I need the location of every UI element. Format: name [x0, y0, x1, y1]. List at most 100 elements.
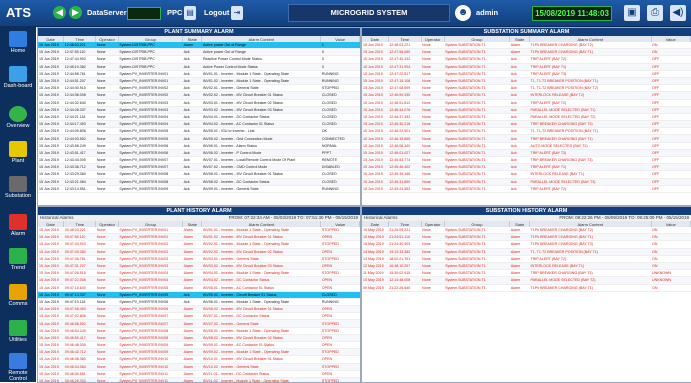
sidebar-item-overview[interactable]: Overview — [0, 106, 36, 129]
table-row[interactable]: 15 Jun 2019 09:47:14.337 None System.PV_INV… — [38, 291, 360, 299]
table-row[interactable]: 15 Jun 2019 09:46:34.084 None System.PV_INV… — [38, 363, 360, 371]
table-row[interactable]: 15 Jun 2019 09:46:42.712 None System.PV_INV… — [38, 348, 360, 357]
sidebar-item-substation[interactable]: Substation — [0, 176, 36, 199]
column-header[interactable]: Operator — [421, 36, 445, 42]
table-row[interactable]: 14 May 2019 19:12:33.382 None System.SUBSTA… — [362, 248, 691, 256]
table-row[interactable]: 15 Jun 2019 09:47:22.008 None System.PV_INV… — [38, 276, 360, 285]
table-row[interactable]: 15 Jun 2019 12:47:40.332 None System.SUBSTA… — [362, 55, 691, 64]
table-cell: 15 Jun 2019 — [38, 269, 64, 278]
table-row[interactable]: 15 Jun 2019 09:47:44.903 None System.PV_INV… — [38, 240, 360, 249]
table-row[interactable]: 15 Jun 2019 09:46:46.005 None System.PV_INV… — [38, 341, 360, 350]
table-row[interactable]: 15 Jun 2019 12:43:14.551 None System.PV_INV… — [38, 185, 360, 193]
print-icon[interactable]: ⎙ — [647, 5, 663, 21]
table-row[interactable]: 15 Jun 2019 09:46:30.551 None System.PV_INV… — [38, 370, 360, 378]
table-row[interactable]: 15 Jun 2019 12:46:08.340 None System.SUBSTA… — [362, 142, 691, 150]
column-header[interactable]: Operator — [95, 221, 119, 227]
table-row[interactable]: 15 Jun 2019 09:47:40.382 None System.PV_INV… — [38, 248, 360, 256]
table-row[interactable]: 13 May 2019 18:02:21.761 None System.SUBSTA… — [362, 255, 691, 263]
table-row[interactable]: 15 Jun 2019 09:47:31.207 None System.PV_INV… — [38, 262, 360, 271]
forward-button[interactable]: ▶ — [69, 6, 82, 19]
ppc-button[interactable]: PPC — [167, 8, 182, 17]
table-row[interactable]: 15 Jun 2019 12:44:28.337 None System.PV_INV… — [38, 106, 360, 114]
table-row[interactable]: 15 May 2019 21:24:51.110 None System.SUBSTA… — [362, 233, 691, 242]
table-row[interactable]: 15 Jun 2019 12:47:58.060 None System.SUBSTA… — [362, 48, 691, 57]
table-row[interactable]: 15 Jun 2019 12:46:59.330 None System.SUBSTA… — [362, 91, 691, 100]
table-row[interactable]: 15 Jun 2019 09:46:54.249 None System.PV_INV… — [38, 327, 360, 335]
table-row[interactable]: 15 Jun 2019 12:47:44.903 None System.DISTRI… — [38, 55, 360, 64]
table-row[interactable]: 15 Jun 2019 12:46:37.453 None System.SUBSTA… — [362, 113, 691, 122]
table-row[interactable]: 15 Jun 2019 12:47:31.904 None System.SUBSTA… — [362, 63, 691, 71]
table-row[interactable]: 11 May 2019 15:30:02.915 None System.SUBSTA… — [362, 269, 691, 278]
table-row[interactable]: 15 Jun 2019 12:45:46.402 None System.SUBSTA… — [362, 163, 691, 172]
table-row[interactable]: 09 May 2019 21:22:26.640 None System.SUBSTA… — [362, 284, 691, 292]
table-row[interactable]: 15 Jun 2019 12:43:36.712 None System.PV_INV… — [38, 163, 360, 172]
table-row[interactable]: 15 Jun 2019 09:47:26.915 None System.PV_INV… — [38, 269, 360, 278]
logout-icon[interactable]: ⇥ — [231, 6, 243, 20]
table-row[interactable]: 15 Jun 2019 09:47:50.110 None System.PV_INV… — [38, 233, 360, 242]
table-row[interactable]: 15 Jun 2019 12:44:17.493 None System.PV_INV… — [38, 120, 360, 129]
table-row[interactable]: 15 Jun 2019 09:46:50.417 None System.PV_INV… — [38, 334, 360, 343]
table-row[interactable]: 15 Jun 2019 12:45:24.553 None System.SUBSTA… — [362, 185, 691, 193]
sidebar-item-comms[interactable]: Comms — [0, 284, 36, 307]
save-icon[interactable]: ▣ — [624, 5, 640, 21]
table-row[interactable]: 15 Jun 2019 12:46:01.027 None System.SUBSTA… — [362, 149, 691, 158]
column-header[interactable]: Operator — [95, 36, 119, 42]
table-row[interactable]: 15 Jun 2019 12:44:40.915 None System.PV_INV… — [38, 84, 360, 93]
table-cell: 12:43:29.360 — [63, 170, 96, 179]
table-cell: 09:47:14.337 — [63, 291, 96, 299]
table-row[interactable]: 15 Jun 2019 09:46:26.303 None System.PV_INV… — [38, 377, 360, 382]
table-row[interactable]: 15 Jun 2019 12:44:32.640 None System.PV_INV… — [38, 99, 360, 107]
column-header[interactable]: Operator — [421, 221, 445, 227]
table-row[interactable]: 15 Jun 2019 12:43:29.360 None System.PV_INV… — [38, 170, 360, 179]
table-row[interactable]: 12 May 2019 16:48:10.207 None System.SUBSTA… — [362, 262, 691, 271]
table-row[interactable]: 15 May 2019 21:24:40.903 None System.SUBSTA… — [362, 240, 691, 249]
table-row[interactable]: 10 May 2019 12:14:48.008 None System.SUBSTA… — [362, 276, 691, 285]
table-row[interactable]: 15 Jun 2019 12:47:50.110 None System.DISTRI… — [38, 48, 360, 57]
table-row[interactable]: 15 Jun 2019 12:43:21.084 None System.PV_INV… — [38, 178, 360, 186]
sidebar-item-remote-control[interactable]: Remote Control — [0, 353, 36, 382]
back-button[interactable]: ◀ — [53, 6, 66, 19]
table-row[interactable]: 15 Jun 2019 12:44:03.552 None System.PV_INV… — [38, 134, 360, 143]
table-row[interactable]: 15 Jun 2019 12:45:53.774 None System.SUBSTA… — [362, 156, 691, 165]
speaker-icon[interactable]: ◀) — [670, 5, 686, 21]
table-row[interactable]: 15 Jun 2019 12:43:51.417 None System.PV_INV… — [38, 149, 360, 158]
table-row[interactable]: 15 Jun 2019 12:44:36.008 None System.PV_INV… — [38, 91, 360, 100]
table-row[interactable]: 15 Jun 2019 12:46:51.812 None System.SUBSTA… — [362, 99, 691, 107]
table-row[interactable]: 15 Jun 2019 12:44:51.207 None System.PV_INV… — [38, 77, 360, 86]
table-row[interactable]: 15 Jun 2019 12:48:03.221 None System.SUBSTA… — [362, 42, 691, 50]
table-row[interactable]: 15 Jun 2019 12:47:22.517 None System.SUBSTA… — [362, 70, 691, 78]
logout-button[interactable]: Logout — [204, 8, 229, 17]
table-row[interactable]: 15 Jun 2019 09:47:36.761 None System.PV_INV… — [38, 255, 360, 263]
sidebar-item-home[interactable]: Home — [0, 31, 36, 54]
table-row[interactable]: 15 Jun 2019 12:47:08.699 None System.SUBSTA… — [362, 84, 691, 93]
table-row[interactable]: 15 Jun 2019 12:44:09.806 None System.PV_INV… — [38, 127, 360, 136]
sidebar-item-dashboard[interactable]: Dash-board — [0, 66, 36, 89]
table-row[interactable]: 15 Jun 2019 09:47:06.493 None System.PV_INV… — [38, 305, 360, 314]
table-row[interactable]: 15 Jun 2019 09:48:03.221 None System.PV_INV… — [38, 227, 360, 235]
table-row[interactable]: 15 Jun 2019 09:46:58.552 None System.PV_INV… — [38, 319, 360, 328]
table-row[interactable]: 15 Jun 2019 12:47:15.108 None System.SUBSTA… — [362, 77, 691, 86]
table-row[interactable]: 15 Jun 2019 12:46:22.901 None System.SUBSTA… — [362, 127, 691, 136]
table-row[interactable]: 15 Jun 2019 12:46:15.665 None System.SUBSTA… — [362, 134, 691, 143]
sidebar-item-utilities[interactable]: Utilities — [0, 320, 36, 343]
table-row[interactable]: 15 Jun 2019 12:48:03.221 None System.DISTRI… — [38, 42, 360, 50]
table-row[interactable]: 15 Jun 2019 09:47:18.640 None System.PV_INV… — [38, 284, 360, 292]
sidebar-item-trend[interactable]: Trend — [0, 248, 36, 271]
table-row[interactable]: 15 Jun 2019 12:44:58.761 None System.PV_INV… — [38, 70, 360, 78]
sidebar-item-plant[interactable]: Plant — [0, 141, 36, 164]
panel-title: PLANT HISTORY ALARM — [38, 207, 360, 215]
table-cell: None — [95, 84, 119, 93]
table-row[interactable]: 15 Jun 2019 12:43:44.005 None System.PV_INV… — [38, 156, 360, 165]
table-row[interactable]: 15 Jun 2019 12:43:58.249 None System.PV_INV… — [38, 142, 360, 150]
table-row[interactable]: 15 May 2019 21:25:09.221 None System.SUBSTA… — [362, 227, 691, 235]
table-row[interactable]: 15 Jun 2019 12:45:31.890 None System.SUBSTA… — [362, 178, 691, 186]
table-row[interactable]: 15 Jun 2019 09:47:02.806 None System.PV_INV… — [38, 312, 360, 321]
table-row[interactable]: 15 Jun 2019 12:46:44.076 None System.SUBSTA… — [362, 106, 691, 114]
table-row[interactable]: 15 Jun 2019 12:45:10.382 None System.DISTRI… — [38, 63, 360, 71]
sidebar-item-alarm[interactable]: Alarm — [0, 214, 36, 237]
table-row[interactable]: 15 Jun 2019 12:46:30.218 None System.SUBSTA… — [362, 120, 691, 129]
table-row[interactable]: 15 Jun 2019 12:45:39.166 None System.SUBSTA… — [362, 170, 691, 179]
table-row[interactable]: 15 Jun 2019 09:47:10.118 None System.PV_INV… — [38, 298, 360, 307]
table-row[interactable]: 15 Jun 2019 12:44:21.118 None System.PV_INV… — [38, 113, 360, 122]
table-row[interactable]: 15 Jun 2019 09:46:38.360 None System.PV_INV… — [38, 355, 360, 364]
